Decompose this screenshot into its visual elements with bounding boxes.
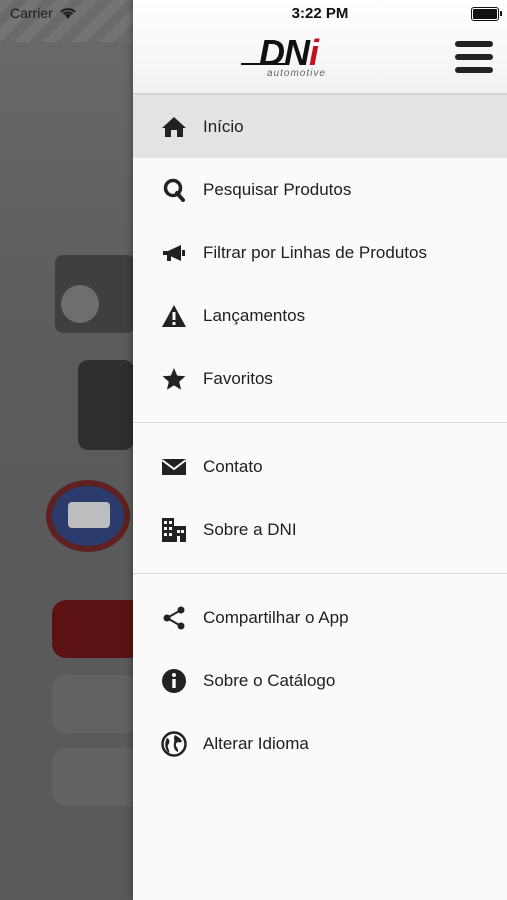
menu-label: Alterar Idioma [203, 733, 309, 753]
divider [133, 573, 507, 574]
menu-label: Favoritos [203, 368, 273, 388]
building-icon [160, 516, 188, 544]
menu-item-sobre-dni[interactable]: Sobre a DNI [133, 498, 507, 561]
carrier-label: Carrier [10, 5, 53, 21]
menu-label: Início [203, 116, 244, 136]
menu-item-alterar-idioma[interactable]: Alterar Idioma [133, 712, 507, 775]
menu-item-inicio[interactable]: Início [133, 95, 507, 158]
menu-item-contato[interactable]: Contato [133, 435, 507, 498]
divider [133, 422, 507, 423]
product-image [46, 480, 130, 552]
menu-item-sobre-catalogo[interactable]: Sobre o Catálogo [133, 649, 507, 712]
status-bar-left: Carrier [10, 5, 77, 21]
logo-accent: i [309, 32, 319, 73]
star-icon [160, 365, 188, 393]
menu-label: Filtrar por Linhas de Produtos [203, 242, 427, 262]
product-image [55, 255, 135, 333]
menu-label: Contato [203, 456, 263, 476]
hamburger-menu-button[interactable] [455, 41, 493, 75]
battery-icon [471, 7, 502, 21]
info-icon [160, 667, 188, 695]
menu-label: Pesquisar Produtos [203, 179, 352, 199]
status-time: 3:22 PM [291, 5, 349, 22]
megaphone-icon [160, 239, 188, 267]
drawer-header: 3:22 PM DNi automotive [133, 0, 507, 95]
menu-item-pesquisar[interactable]: Pesquisar Produtos [133, 158, 507, 221]
logo-tagline: automotive [267, 68, 326, 79]
menu-label: Sobre o Catálogo [203, 670, 336, 690]
home-icon [160, 113, 188, 141]
menu-item-lancamentos[interactable]: Lançamentos [133, 284, 507, 347]
menu-item-favoritos[interactable]: Favoritos [133, 347, 507, 410]
globe-icon [160, 730, 188, 758]
menu-item-compartilhar[interactable]: Compartilhar o App [133, 586, 507, 649]
menu-label: Sobre a DNI [203, 519, 297, 539]
menu-item-filtrar[interactable]: Filtrar por Linhas de Produtos [133, 221, 507, 284]
search-icon [160, 176, 188, 204]
wifi-icon [60, 8, 76, 19]
logo-text: DN [259, 32, 310, 73]
share-icon [160, 604, 188, 632]
menu-label: Lançamentos [203, 305, 306, 325]
dni-logo: DNi automotive [241, 32, 361, 86]
menu-label: Compartilhar o App [203, 607, 349, 627]
warning-icon [160, 302, 188, 330]
envelope-icon [160, 453, 188, 481]
side-drawer: 3:22 PM DNi automotive Início Pesquisar … [133, 0, 507, 900]
product-image [78, 360, 134, 450]
